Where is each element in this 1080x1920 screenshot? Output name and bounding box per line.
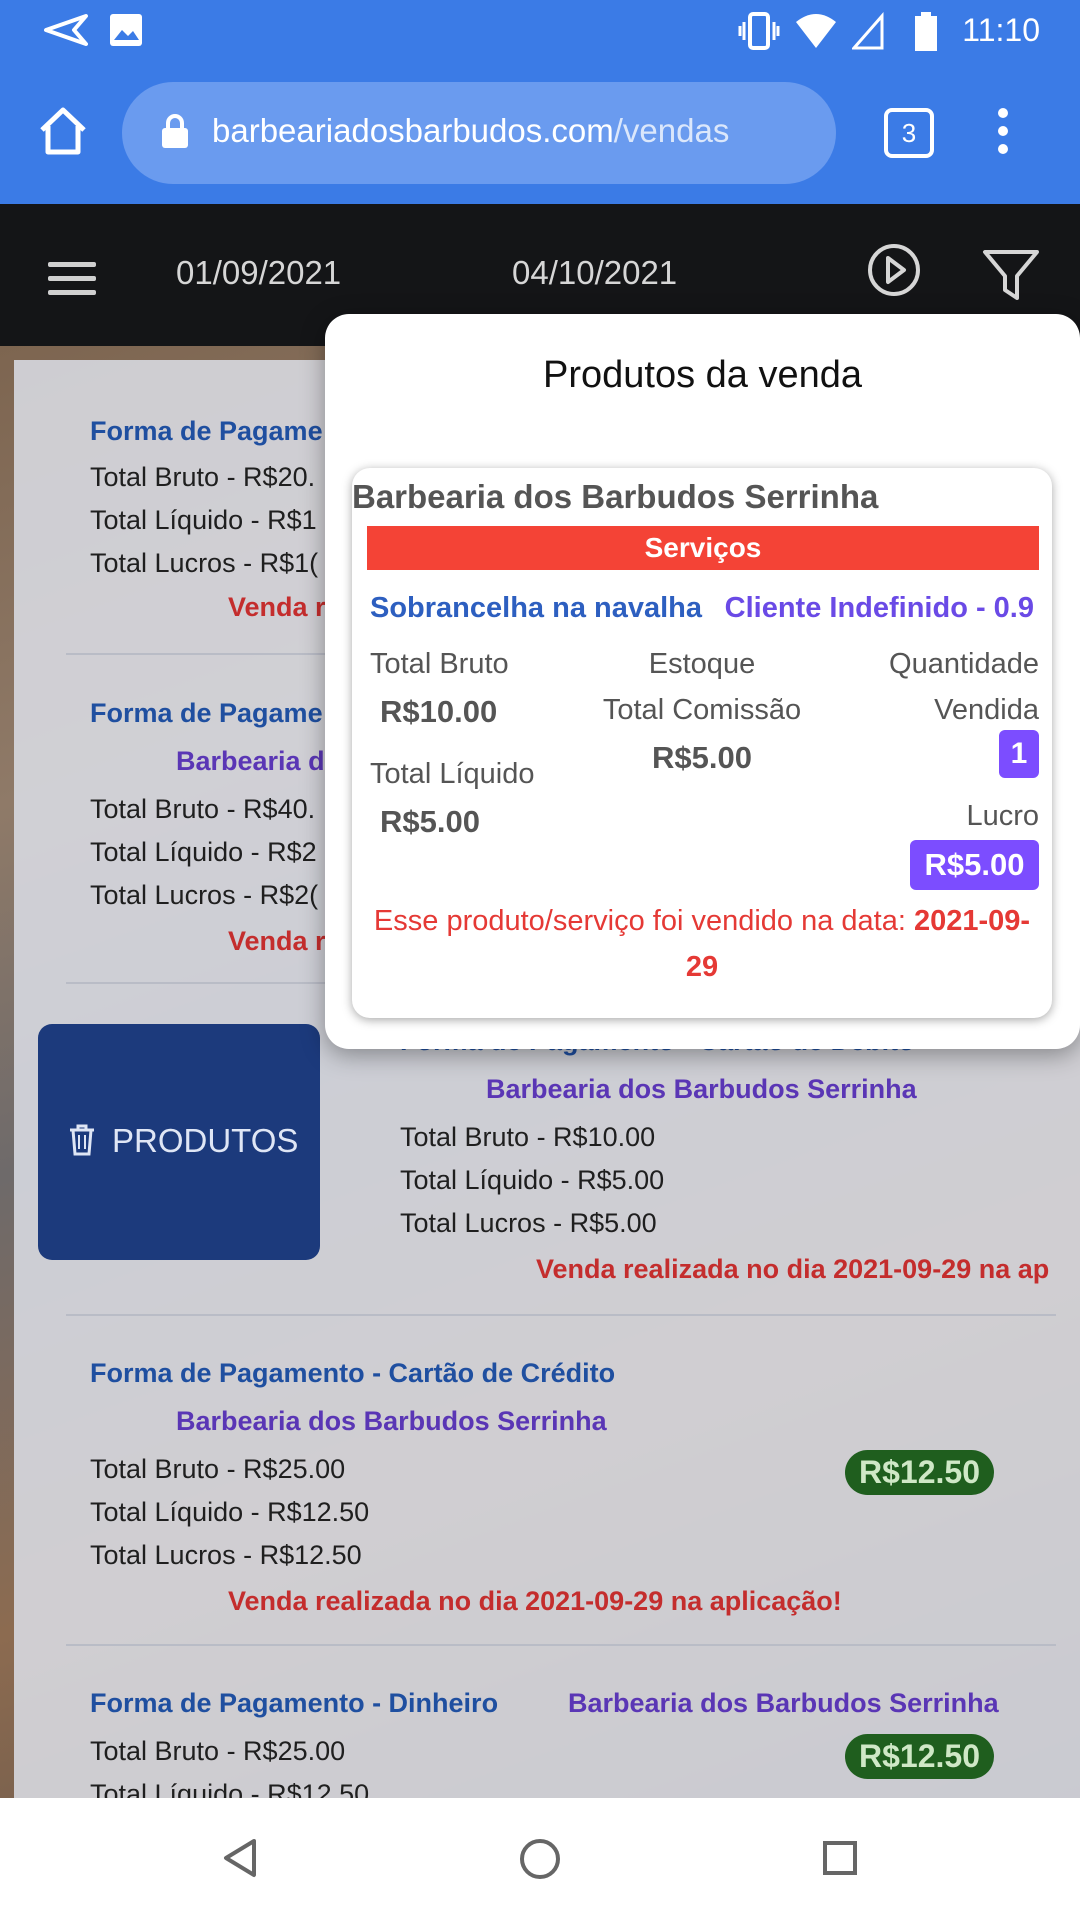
- send-icon: [44, 12, 88, 53]
- lock-icon: [160, 114, 190, 155]
- total-bruto: Total Bruto - R$25.00: [90, 1736, 346, 1766]
- recents-icon[interactable]: [822, 1840, 858, 1881]
- trash-icon: [68, 1124, 96, 1161]
- home-icon[interactable]: [36, 104, 90, 158]
- produtos-label: PRODUTOS: [112, 1122, 299, 1159]
- payment-method: Forma de Pagame: [90, 416, 323, 446]
- lucro-badge: R$5.00: [910, 840, 1039, 890]
- total-lucros: Total Lucros - R$5.00: [400, 1208, 657, 1238]
- status-bar: 11:10: [0, 0, 1080, 64]
- url-text: barbeariadosbarbudos.com/vendas: [212, 112, 730, 149]
- payment-method: Forma de Pagamento - Dinheiro: [90, 1688, 499, 1718]
- shop-name: Barbearia dos Barbudos Serrinha: [568, 1688, 999, 1718]
- tab-switcher-button[interactable]: 3: [884, 108, 934, 158]
- quantity-badge: 1: [999, 730, 1039, 778]
- signal-icon: [850, 12, 884, 55]
- browser-toolbar: barbeariadosbarbudos.com/vendas 3: [0, 64, 1080, 204]
- payment-method: Forma de Pagamento - Cartão de Crédito: [90, 1358, 616, 1388]
- image-icon: [108, 12, 144, 53]
- filter-icon[interactable]: [982, 248, 1040, 307]
- shop-name: Barbearia dos Barbudos Serrinha: [352, 478, 879, 515]
- wifi-icon: [794, 12, 838, 55]
- browser-menu-icon[interactable]: [998, 108, 1012, 162]
- lucro-label: Lucro: [966, 800, 1039, 832]
- product-card: Barbearia dos Barbudos Serrinha Serviços…: [352, 468, 1052, 1018]
- end-date[interactable]: 04/10/2021: [512, 254, 677, 292]
- produtos-da-venda-dialog: Produtos da venda Barbearia dos Barbudos…: [325, 314, 1080, 1049]
- comissao-value: R$5.00: [652, 740, 752, 775]
- total-liquido: Total Líquido - R$2: [90, 837, 317, 867]
- start-date[interactable]: 01/09/2021: [176, 254, 341, 292]
- total-lucros: Total Lucros - R$12.50: [90, 1540, 362, 1570]
- total-liquido: Total Líquido - R$1: [90, 505, 317, 535]
- sold-date-note: Esse produto/serviço foi vendido na data…: [373, 905, 1031, 983]
- battery-icon: [914, 12, 938, 57]
- hamburger-menu-icon[interactable]: [48, 262, 96, 304]
- total-liquido: Total Líquido - R$12.50: [90, 1779, 370, 1798]
- shop-name: Barbearia dos Barbudos Serrinha: [486, 1074, 917, 1104]
- total-bruto: Total Bruto - R$10.00: [400, 1122, 656, 1152]
- total-liquido: Total Líquido - R$5.00: [400, 1165, 665, 1195]
- produtos-button[interactable]: PRODUTOS: [38, 1024, 320, 1260]
- sale-date-note: Venda r: [228, 592, 326, 622]
- vendida-label: Vendida: [934, 694, 1039, 726]
- sale-date-note: Venda realizada no dia 2021-09-29 na ap: [536, 1254, 1050, 1284]
- url-bar[interactable]: barbeariadosbarbudos.com/vendas: [122, 82, 836, 184]
- sale-date-note: Venda realizada no dia 2021-09-29 na apl…: [228, 1586, 842, 1616]
- back-icon[interactable]: [222, 1838, 258, 1883]
- total-bruto: Total Bruto - R$25.00: [90, 1454, 346, 1484]
- sale-date-note: Venda r: [228, 926, 326, 956]
- shop-name: Barbearia d: [176, 746, 325, 776]
- system-nav-bar: [0, 1798, 1080, 1920]
- shop-name: Barbearia dos Barbudos Serrinha: [176, 1406, 607, 1436]
- total-bruto: Total Bruto - R$40.: [90, 794, 316, 824]
- profit-badge: R$12.50: [845, 1450, 994, 1495]
- total-liquido-value: R$5.00: [380, 804, 480, 839]
- total-lucros: Total Lucros - R$2(: [90, 880, 319, 910]
- service-name: Sobrancelha na navalha: [370, 592, 703, 624]
- vibrate-icon: [738, 12, 780, 55]
- category-header: Serviços: [367, 526, 1039, 570]
- quantidade-label: Quantidade: [889, 648, 1039, 680]
- dialog-title: Produtos da venda: [542, 354, 862, 396]
- home-circle-icon[interactable]: [519, 1838, 561, 1885]
- total-liquido: Total Líquido - R$12.50: [90, 1497, 370, 1527]
- total-bruto: Total Bruto - R$20.: [90, 462, 316, 492]
- client-name: Cliente Indefinido - 0.9: [724, 592, 1034, 624]
- play-circle-icon[interactable]: [866, 242, 922, 303]
- total-lucros: Total Lucros - R$1(: [90, 548, 319, 578]
- clock: 11:10: [962, 12, 1040, 48]
- profit-badge: R$12.50: [845, 1734, 994, 1779]
- payment-method: Forma de Pagame: [90, 698, 323, 728]
